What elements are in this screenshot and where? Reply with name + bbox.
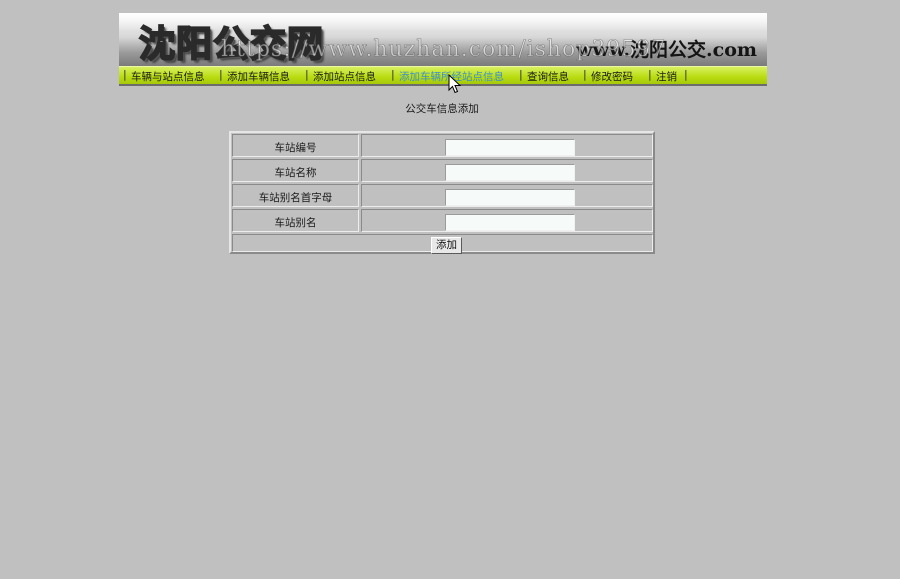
alias-initials-input[interactable] — [445, 189, 575, 206]
field-label-station-alias: 车站别名 — [274, 217, 317, 229]
label-cell: 车站名称 — [232, 159, 359, 182]
add-button[interactable]: 添加 — [431, 237, 462, 254]
input-cell — [361, 134, 653, 157]
nav-separator: | — [648, 68, 652, 81]
station-form: 车站编号 车站名称 车站别名首字母 车站别名 添加 — [229, 131, 655, 254]
nav-separator: | — [391, 68, 395, 81]
nav-item-vehicle-station-info[interactable]: 车辆与站点信息 — [131, 69, 205, 84]
label-cell: 车站编号 — [232, 134, 359, 157]
label-cell: 车站别名首字母 — [232, 184, 359, 207]
station-id-input[interactable] — [445, 139, 575, 156]
field-label-station-id: 车站编号 — [274, 142, 317, 154]
nav-separator: | — [519, 68, 523, 81]
input-cell — [361, 184, 653, 207]
nav-separator: | — [305, 68, 309, 81]
site-logo: 沈阳公交网 — [138, 23, 325, 66]
field-label-station-name: 车站名称 — [274, 167, 317, 179]
nav-separator: | — [219, 68, 223, 81]
nav-item-add-vehicle[interactable]: 添加车辆信息 — [227, 69, 290, 84]
main-nav: | 车辆与站点信息 | 添加车辆信息 | 添加站点信息 | 添加车辆所经站点信息… — [119, 66, 767, 86]
nav-item-logout[interactable]: 注销 — [656, 69, 677, 84]
page-title: 公交车信息添加 — [405, 103, 479, 115]
nav-separator: | — [123, 68, 127, 81]
nav-item-change-password[interactable]: 修改密码 — [591, 69, 633, 84]
nav-separator: | — [684, 68, 688, 81]
site-url-text: www.沈阳公交.com — [576, 39, 757, 61]
input-cell — [361, 209, 653, 232]
nav-item-add-station[interactable]: 添加站点信息 — [313, 69, 376, 84]
label-cell: 车站别名 — [232, 209, 359, 232]
input-cell — [361, 159, 653, 182]
submit-cell: 添加 — [232, 234, 653, 254]
arrow-cursor-icon — [448, 74, 462, 94]
field-label-alias-initials: 车站别名首字母 — [258, 192, 333, 204]
header-banner: 沈阳公交网 www.沈阳公交.com — [119, 13, 767, 66]
nav-separator: | — [583, 68, 587, 81]
station-alias-input[interactable] — [445, 214, 575, 231]
nav-item-query-info[interactable]: 查询信息 — [527, 69, 569, 84]
station-name-input[interactable] — [445, 164, 575, 181]
